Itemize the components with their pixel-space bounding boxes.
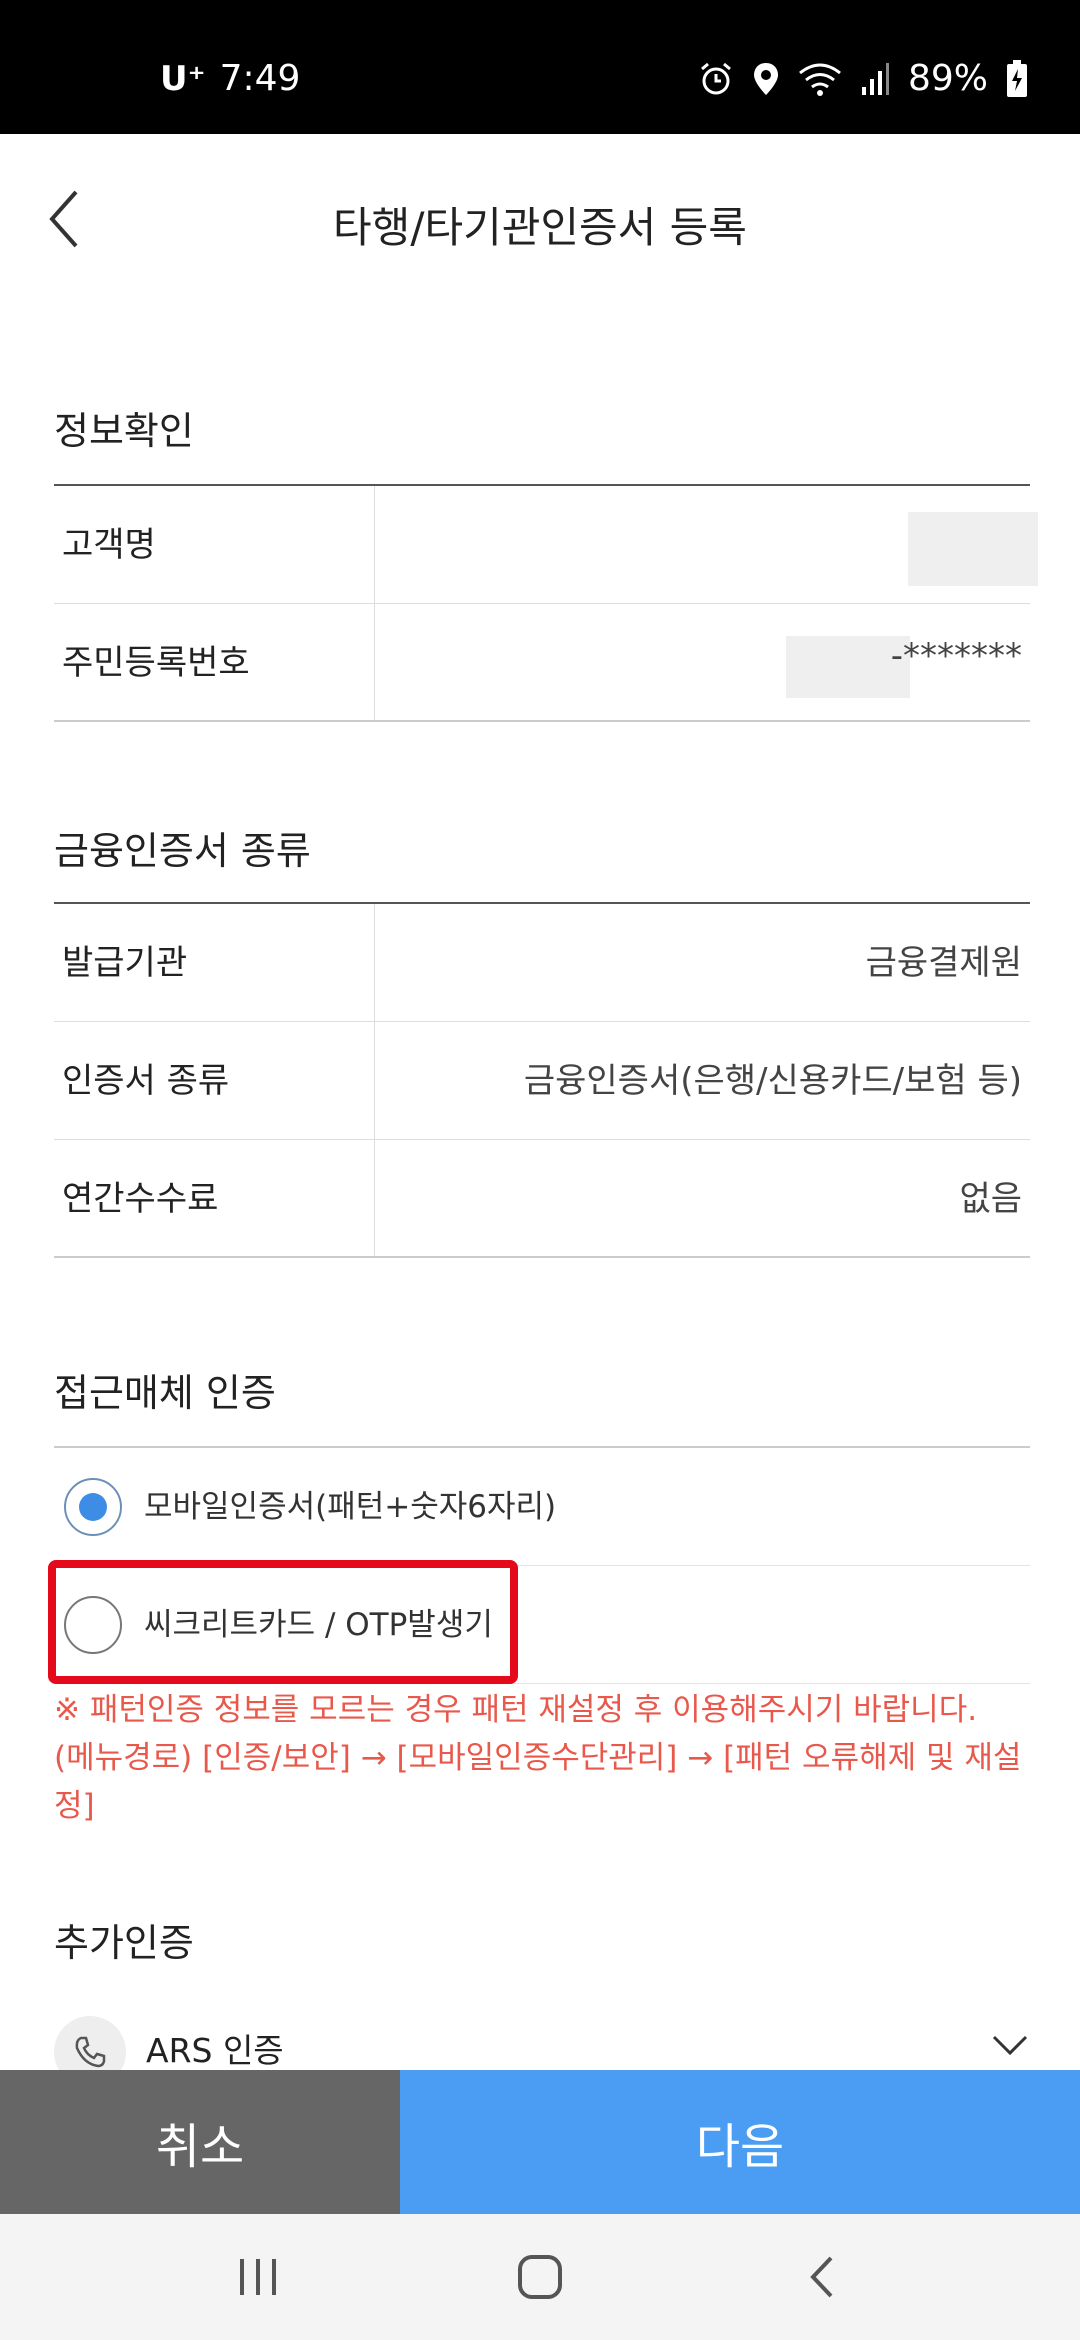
divider: [374, 486, 375, 603]
section-title-extra: 추가인증: [54, 1921, 194, 1965]
radio-unchecked-icon[interactable]: [64, 1596, 122, 1654]
home-icon[interactable]: [500, 2244, 580, 2310]
radio-checked-icon[interactable]: [64, 1478, 122, 1536]
info-label: 연간수수료: [62, 1179, 219, 1219]
cert-table: 발급기관 금융결제원 인증서 종류 금융인증서(은행/신용카드/보험 등) 연간…: [54, 902, 1030, 1258]
info-value: -*******: [890, 636, 1022, 676]
divider: [374, 904, 375, 1021]
wifi-icon: [798, 61, 842, 97]
status-right: 89%: [698, 58, 1028, 99]
carrier-label: U⁺: [160, 58, 206, 99]
battery-icon: [1006, 59, 1028, 98]
system-nav-bar: [0, 2214, 1080, 2340]
info-value: 금융결제원: [865, 943, 1022, 983]
section-title-cert: 금융인증서 종류: [54, 829, 311, 873]
pattern-notice: ※ 패턴인증 정보를 모르는 경우 패턴 재설정 후 이용해주시기 바랍니다. …: [54, 1692, 1022, 1824]
info-value: 금융인증서(은행/신용카드/보험 등): [523, 1061, 1022, 1101]
info-row-cert-type: 인증서 종류 금융인증서(은행/신용카드/보험 등): [54, 1022, 1030, 1140]
option-label: 모바일인증서(패턴+숫자6자리): [144, 1489, 557, 1525]
info-value: 없음: [959, 1179, 1022, 1219]
section-title-access: 접근매체 인증: [54, 1371, 276, 1415]
signal-icon: [860, 61, 890, 97]
status-left: U⁺ 7:49: [160, 58, 300, 99]
page-title: 타행/타기관인증서 등록: [333, 203, 747, 252]
info-row-fee: 연간수수료 없음: [54, 1140, 1030, 1258]
divider: [374, 1140, 375, 1256]
masked-value: [908, 512, 1038, 586]
recent-apps-icon[interactable]: [218, 2244, 298, 2310]
option-mobile-cert[interactable]: 모바일인증서(패턴+숫자6자리): [54, 1448, 1030, 1566]
divider: [374, 604, 375, 720]
cancel-button[interactable]: 취소: [0, 2070, 400, 2214]
ars-label: ARS 인증: [146, 2031, 284, 2070]
status-bar: U⁺ 7:49 89%: [0, 0, 1080, 134]
battery-percent: 89%: [907, 58, 988, 99]
nav-back-icon[interactable]: [782, 2244, 862, 2310]
next-button[interactable]: 다음: [400, 2070, 1080, 2214]
info-table: 고객명 주민등록번호 -*******: [54, 484, 1038, 722]
chevron-down-icon[interactable]: [992, 2034, 1028, 2060]
alarm-icon: [698, 61, 734, 97]
info-label: 발급기관: [62, 943, 188, 983]
info-label: 주민등록번호: [62, 643, 250, 683]
info-label: 인증서 종류: [62, 1061, 230, 1101]
option-label: 씨크리트카드 / OTP발생기: [144, 1607, 493, 1643]
access-options: 모바일인증서(패턴+숫자6자리) 씨크리트카드 / OTP발생기: [54, 1446, 1030, 1684]
app-header: 타행/타기관인증서 등록: [0, 134, 1080, 304]
info-label: 고객명: [62, 525, 156, 565]
location-icon: [752, 61, 780, 97]
info-row-issuer: 발급기관 금융결제원: [54, 904, 1030, 1022]
status-time: 7:49: [219, 58, 301, 99]
divider: [374, 1022, 375, 1139]
section-title-info: 정보확인: [54, 409, 194, 453]
option-secret-card-otp[interactable]: 씨크리트카드 / OTP발생기: [54, 1566, 1030, 1684]
info-row-rrn: 주민등록번호 -*******: [54, 604, 1030, 722]
info-row-name: 고객명: [54, 486, 1038, 604]
